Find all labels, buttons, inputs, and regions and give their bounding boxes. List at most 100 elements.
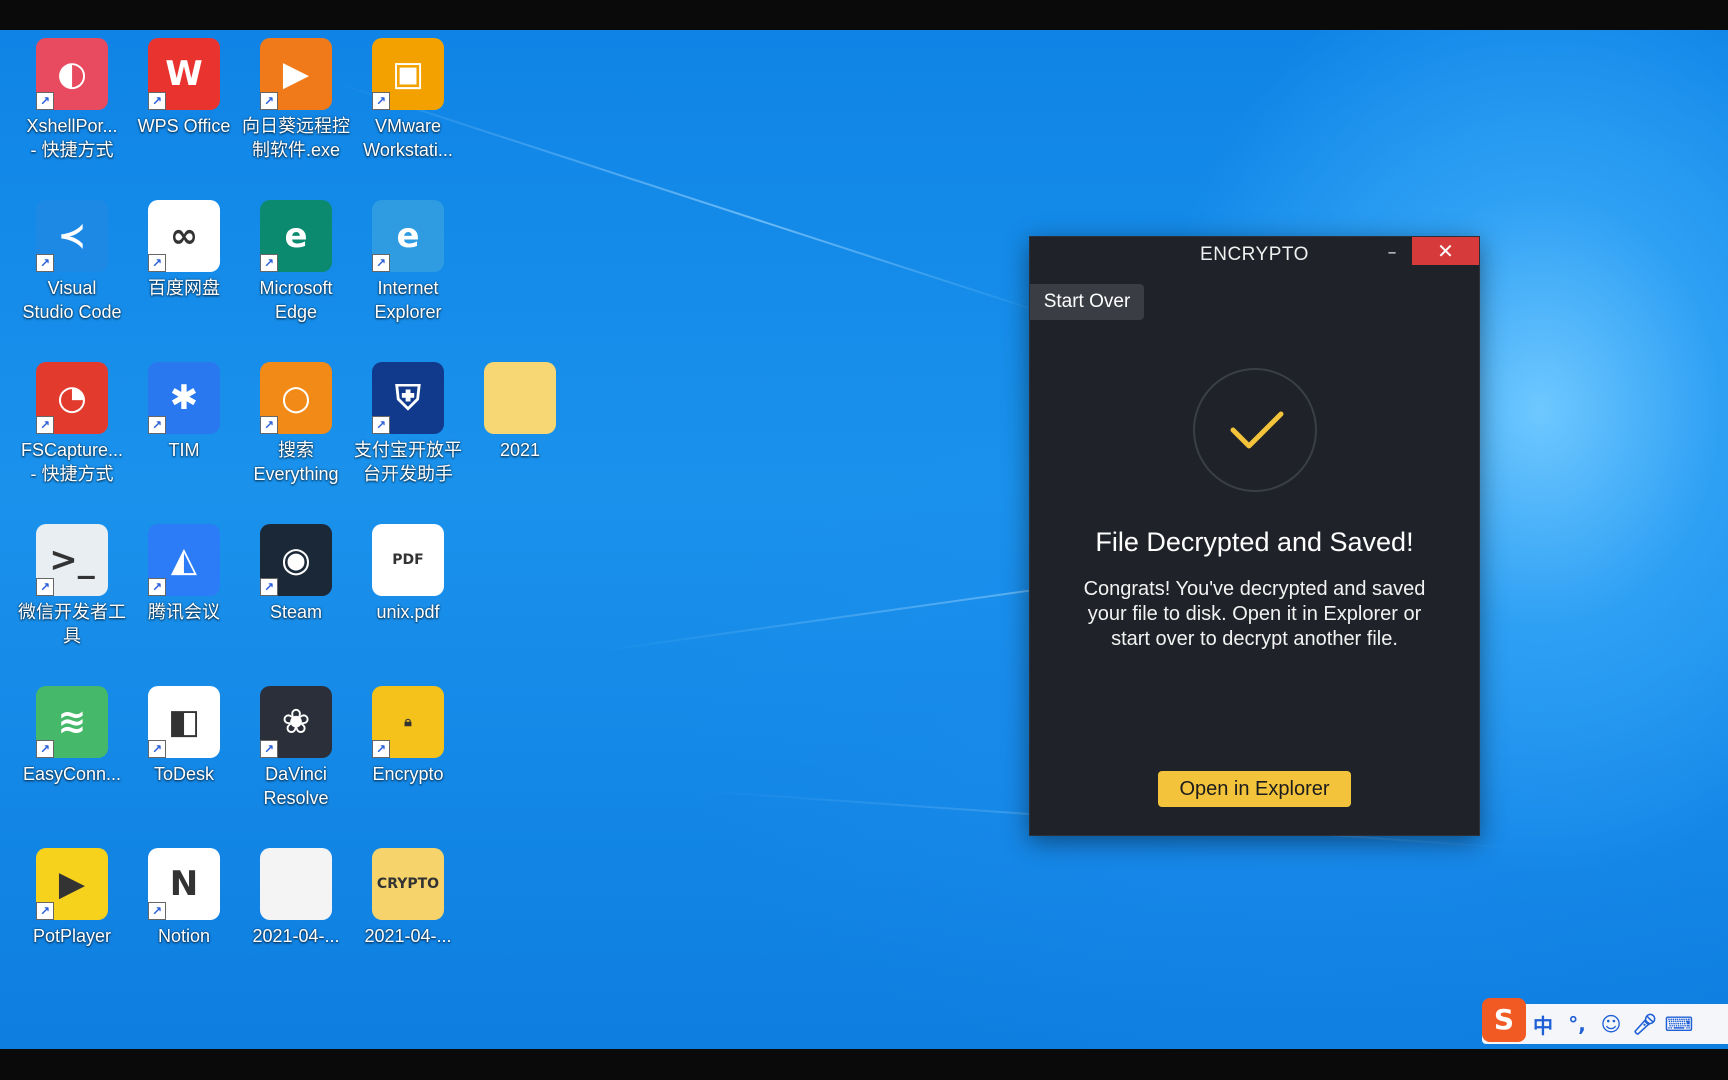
desktop-icon-sunlogin[interactable]: ▶ ↗ 向日葵远程控 制软件.exe <box>240 38 352 162</box>
success-check-icon <box>1193 368 1317 492</box>
desktop-icon-xshell[interactable]: ◐ ↗ XshellPor... - 快捷方式 <box>16 38 128 162</box>
icon-glyph: PDF <box>392 552 424 568</box>
shortcut-arrow-icon: ↗ <box>372 92 390 110</box>
ime-punctuation-icon[interactable]: °, <box>1560 1012 1594 1036</box>
desktop-icon-baidu-netdisk[interactable]: ∞ ↗ 百度网盘 <box>128 200 240 300</box>
encrypto-file-icon: CRYPTO <box>372 848 444 920</box>
desktop-icon-potplayer[interactable]: ▶ ↗ PotPlayer <box>16 848 128 948</box>
sogou-logo-icon[interactable]: S <box>1482 998 1526 1042</box>
baidu-netdisk-icon: ∞ ↗ <box>148 200 220 272</box>
xshell-icon: ◐ ↗ <box>36 38 108 110</box>
tencent-meeting-icon: ◭ ↗ <box>148 524 220 596</box>
desktop-icon-vmware[interactable]: ▣ ↗ VMware Workstati... <box>352 38 464 162</box>
vscode-icon: ≺ ↗ <box>36 200 108 272</box>
desktop-icon-label: 腾讯会议 <box>148 602 220 622</box>
desktop-icon-easyconnect[interactable]: ≋ ↗ EasyConn... <box>16 686 128 786</box>
desktop-icon-alipay-dev[interactable]: ⛨ ↗ 支付宝开放平 台开发助手 <box>352 362 464 486</box>
icon-glyph: CRYPTO <box>376 876 440 892</box>
desktop-icon-encrypto[interactable]: 🔒︎ ↗ Encrypto <box>352 686 464 786</box>
shortcut-arrow-icon: ↗ <box>36 902 54 920</box>
desktop-icon-davinci-resolve[interactable]: ❀ ↗ DaVinci Resolve <box>240 686 352 810</box>
desktop-icon-label: Steam <box>269 602 323 622</box>
unix-pdf-icon: PDF <box>372 524 444 596</box>
desktop-icon-label: 百度网盘 <box>148 278 220 298</box>
ime-microphone-icon[interactable]: 🎤︎ <box>1628 1012 1662 1036</box>
desktop-icon-everything[interactable]: ○ ↗ 搜索 Everything <box>240 362 352 486</box>
image-file-icon <box>260 848 332 920</box>
everything-icon: ○ ↗ <box>260 362 332 434</box>
encrypto-icon: 🔒︎ ↗ <box>372 686 444 758</box>
shortcut-arrow-icon: ↗ <box>36 578 54 596</box>
encrypto-window: ENCRYPTO – ✕ Start Over File Decrypted a… <box>1029 236 1480 836</box>
status-heading: File Decrypted and Saved! <box>1095 527 1414 557</box>
wps-office-icon: W ↗ <box>148 38 220 110</box>
top-black-bar <box>0 0 1728 30</box>
desktop-icon-label: 向日葵远程控 制软件.exe <box>242 116 350 160</box>
desktop-icon-edge[interactable]: e ↗ Microsoft Edge <box>240 200 352 324</box>
wechat-devtools-icon: >_ ↗ <box>36 524 108 596</box>
alipay-dev-icon: ⛨ ↗ <box>372 362 444 434</box>
desktop-icon-wechat-devtools[interactable]: >_ ↗ 微信开发者工 具 <box>16 524 128 648</box>
desktop-icon-unix-pdf[interactable]: PDF unix.pdf <box>352 524 464 624</box>
vmware-icon: ▣ ↗ <box>372 38 444 110</box>
desktop-icon-notion[interactable]: N ↗ Notion <box>128 848 240 948</box>
notion-icon: N ↗ <box>148 848 220 920</box>
shortcut-arrow-icon: ↗ <box>260 740 278 758</box>
internet-explorer-icon: e ↗ <box>372 200 444 272</box>
shortcut-arrow-icon: ↗ <box>148 416 166 434</box>
potplayer-icon: ▶ ↗ <box>36 848 108 920</box>
todesk-icon: ◧ ↗ <box>148 686 220 758</box>
desktop-icon-label: XshellPor... - 快捷方式 <box>26 116 118 160</box>
fscapture-icon: ◔ ↗ <box>36 362 108 434</box>
desktop-icon-label: VMware Workstati... <box>363 116 453 160</box>
shortcut-arrow-icon: ↗ <box>148 740 166 758</box>
open-in-explorer-button[interactable]: Open in Explorer <box>1158 771 1351 807</box>
start-over-button[interactable]: Start Over <box>1030 284 1144 320</box>
shortcut-arrow-icon: ↗ <box>148 902 166 920</box>
desktop-icon-label: ToDesk <box>153 764 215 784</box>
desktop-icon-tim[interactable]: ✱ ↗ TIM <box>128 362 240 462</box>
ime-emoji-icon[interactable]: ☺ <box>1594 1012 1628 1036</box>
steam-icon: ◉ ↗ <box>260 524 332 596</box>
bottom-black-bar <box>0 1049 1728 1080</box>
close-button[interactable]: ✕ <box>1412 237 1479 265</box>
desktop-icon-label: 支付宝开放平 台开发助手 <box>354 440 462 484</box>
desktop-icon-label: PotPlayer <box>32 926 112 946</box>
desktop-icon-internet-explorer[interactable]: e ↗ Internet Explorer <box>352 200 464 324</box>
desktop-icon-wps-office[interactable]: W ↗ WPS Office <box>128 38 240 138</box>
desktop-icon-label: 2021 <box>499 440 541 460</box>
shortcut-arrow-icon: ↗ <box>36 254 54 272</box>
desktop-icon-todesk[interactable]: ◧ ↗ ToDesk <box>128 686 240 786</box>
desktop-icon-steam[interactable]: ◉ ↗ Steam <box>240 524 352 624</box>
desktop-icon-folder-2021[interactable]: 2021 <box>464 362 576 462</box>
desktop-icon-label: TIM <box>168 440 200 460</box>
desktop-icon-vscode[interactable]: ≺ ↗ Visual Studio Code <box>16 200 128 324</box>
desktop-icon-fscapture[interactable]: ◔ ↗ FSCapture... - 快捷方式 <box>16 362 128 486</box>
status-message: Congrats! You've decrypted and saved you… <box>1083 578 1426 650</box>
shortcut-arrow-icon: ↗ <box>260 578 278 596</box>
desktop-icon-label: EasyConn... <box>22 764 122 784</box>
desktop-icon-label: 搜索 Everything <box>253 440 339 484</box>
shortcut-arrow-icon: ↗ <box>36 416 54 434</box>
edge-icon: e ↗ <box>260 200 332 272</box>
icon-glyph <box>484 362 556 434</box>
desktop-icon-encrypto-file[interactable]: CRYPTO 2021-04-... <box>352 848 464 948</box>
checkmark-icon <box>1230 411 1284 449</box>
shortcut-arrow-icon: ↗ <box>372 740 390 758</box>
desktop-icon-label: unix.pdf <box>376 602 440 622</box>
minimize-button[interactable]: – <box>1379 241 1405 267</box>
desktop-icon-label: 2021-04-... <box>252 926 340 946</box>
desktop-icon-tencent-meeting[interactable]: ◭ ↗ 腾讯会议 <box>128 524 240 624</box>
folder-2021-icon <box>484 362 556 434</box>
shortcut-arrow-icon: ↗ <box>148 254 166 272</box>
ime-toolbar: S 中 °, ☺ 🎤︎ ⌨ <box>1482 998 1728 1044</box>
desktop-icon-label: Internet Explorer <box>374 278 442 322</box>
desktop-icon-label: FSCapture... - 快捷方式 <box>20 440 124 484</box>
shortcut-arrow-icon: ↗ <box>260 254 278 272</box>
tim-icon: ✱ ↗ <box>148 362 220 434</box>
shortcut-arrow-icon: ↗ <box>36 92 54 110</box>
icon-glyph <box>260 848 332 920</box>
ime-mode-chinese[interactable]: 中 <box>1526 1010 1560 1039</box>
desktop-icon-image-file[interactable]: 2021-04-... <box>240 848 352 948</box>
ime-keyboard-icon[interactable]: ⌨ <box>1662 1012 1696 1036</box>
